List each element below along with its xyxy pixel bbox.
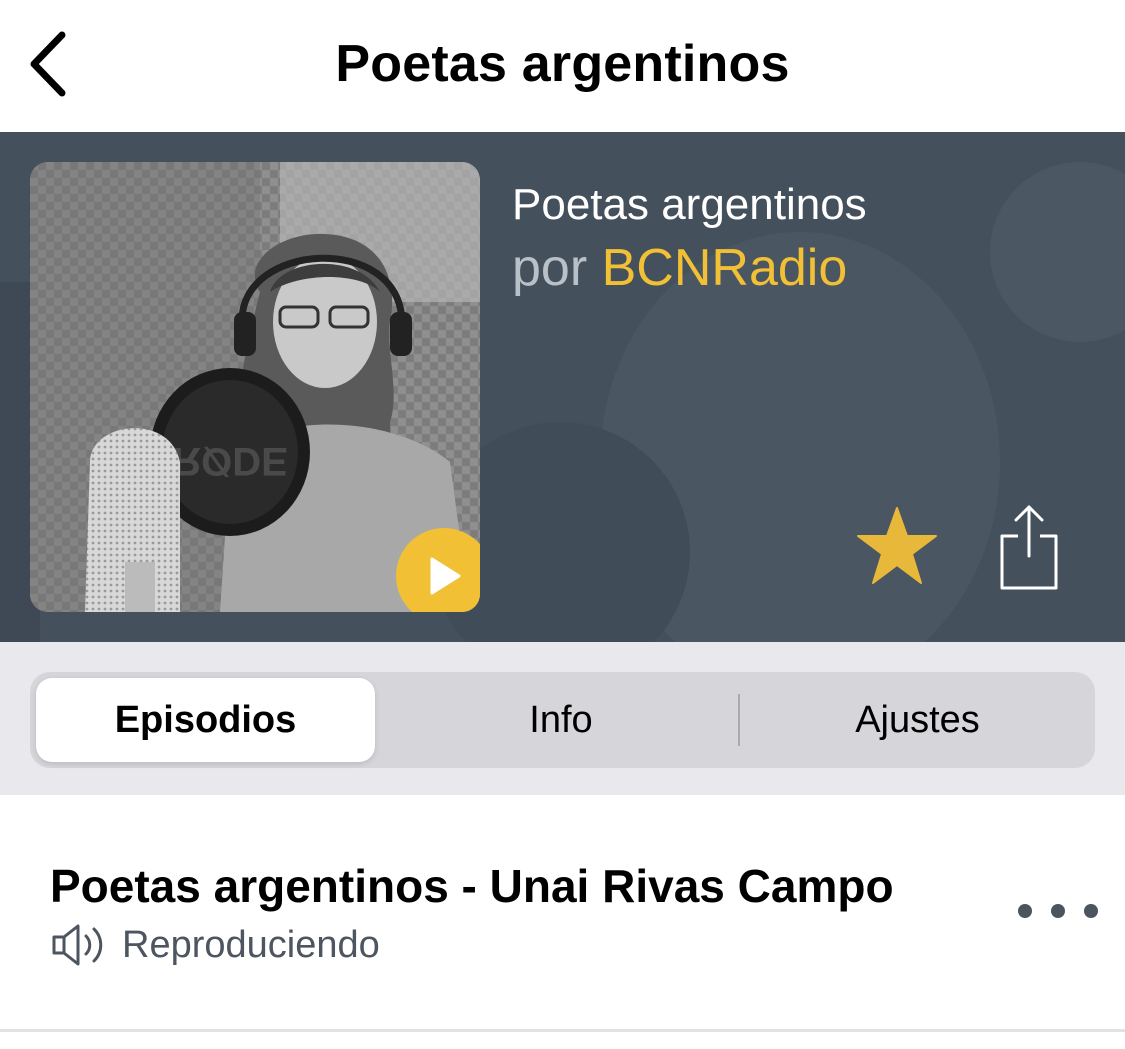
page-title: Poetas argentinos [335, 35, 790, 93]
share-button[interactable] [996, 504, 1062, 592]
segment-area: Episodios Info Ajustes [0, 642, 1125, 795]
episode-title: Poetas argentinos - Unai Rivas Campo [50, 860, 894, 912]
navigation-bar: Poetas argentinos [0, 0, 1125, 132]
artwork-logo-text: RØDE [172, 439, 288, 483]
more-icon-dot [1051, 904, 1065, 918]
share-icon [1000, 505, 1058, 590]
speaker-icon [52, 924, 103, 966]
podcast-title: Poetas argentinos [512, 180, 867, 229]
more-button[interactable] [1018, 891, 1098, 931]
episode-status-label: Reproduciendo [122, 923, 380, 966]
segmented-control: Episodios Info Ajustes [30, 672, 1095, 768]
more-icon [1018, 904, 1032, 918]
podcast-header: RØDE Poetas argentinos por BCNRadio [0, 132, 1125, 642]
by-label: por [512, 239, 588, 297]
tab-info[interactable]: Info [385, 672, 737, 768]
star-icon [857, 507, 937, 584]
episode-status: Reproduciendo [50, 921, 380, 969]
episode-row[interactable]: Poetas argentinos - Unai Rivas Campo Rep… [0, 795, 1125, 1031]
podcast-author-line: por BCNRadio [512, 238, 847, 298]
row-divider [0, 1029, 1125, 1032]
tab-episodios[interactable]: Episodios [36, 678, 375, 762]
tab-ajustes[interactable]: Ajustes [740, 672, 1095, 768]
more-icon-dot [1084, 904, 1098, 918]
podcast-artwork[interactable]: RØDE [30, 162, 480, 612]
author-link[interactable]: BCNRadio [602, 239, 848, 297]
play-icon [430, 557, 461, 595]
favorite-button[interactable] [855, 506, 939, 586]
